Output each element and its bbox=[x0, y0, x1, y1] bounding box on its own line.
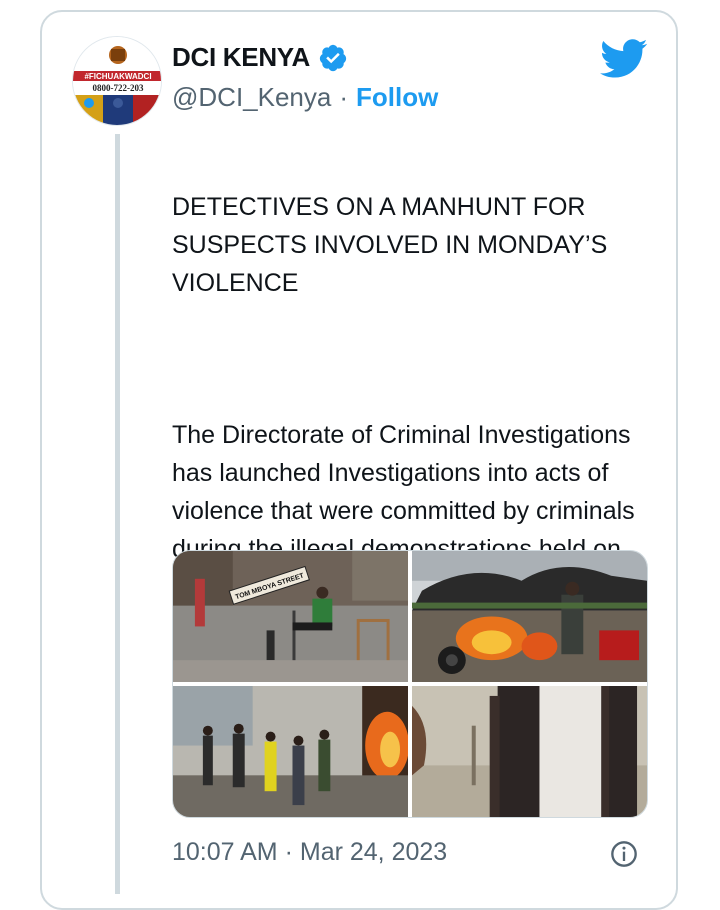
timestamp-separator: · bbox=[284, 838, 293, 866]
avatar-hashtag: #FICHUAKWADCI bbox=[84, 72, 151, 81]
tweet-time: 10:07 AM bbox=[172, 838, 278, 866]
twitter-bird-icon[interactable] bbox=[600, 38, 648, 80]
follow-button[interactable]: Follow bbox=[356, 82, 438, 113]
thread-line bbox=[115, 134, 120, 894]
street-protest-image: TOM MBOYA STREET bbox=[173, 551, 408, 682]
tweet-timestamp[interactable]: 10:07 AM · Mar 24, 2023 bbox=[172, 838, 447, 867]
burning-tires-image bbox=[412, 551, 647, 682]
handle-row: @DCI_Kenya · Follow bbox=[172, 82, 438, 113]
media-grid: TOM MBOYA STREET bbox=[172, 550, 648, 818]
crowd-image bbox=[173, 686, 408, 817]
separator-dot: · bbox=[339, 82, 349, 112]
avatar-phone: 0800-722-203 bbox=[93, 83, 144, 93]
photo-4[interactable] bbox=[412, 686, 647, 817]
photo-2[interactable] bbox=[412, 551, 647, 682]
photo-1[interactable]: TOM MBOYA STREET bbox=[173, 551, 408, 682]
avatar[interactable]: #FICHUAKWADCI 0800-722-203 bbox=[72, 36, 162, 126]
info-icon[interactable] bbox=[610, 840, 638, 868]
author-name-row: DCI KENYA bbox=[172, 42, 348, 73]
display-name[interactable]: DCI KENYA bbox=[172, 42, 310, 73]
suspect-closeup-image bbox=[412, 686, 647, 817]
tweet-headline: DETECTIVES ON A MANHUNT FOR SUSPECTS INV… bbox=[172, 193, 608, 297]
dci-logo: #FICHUAKWADCI 0800-722-203 bbox=[73, 37, 161, 125]
photo-3[interactable] bbox=[173, 686, 408, 817]
tweet-date: Mar 24, 2023 bbox=[299, 838, 448, 866]
verified-badge-icon bbox=[319, 44, 347, 71]
handle[interactable]: @DCI_Kenya bbox=[172, 82, 331, 113]
